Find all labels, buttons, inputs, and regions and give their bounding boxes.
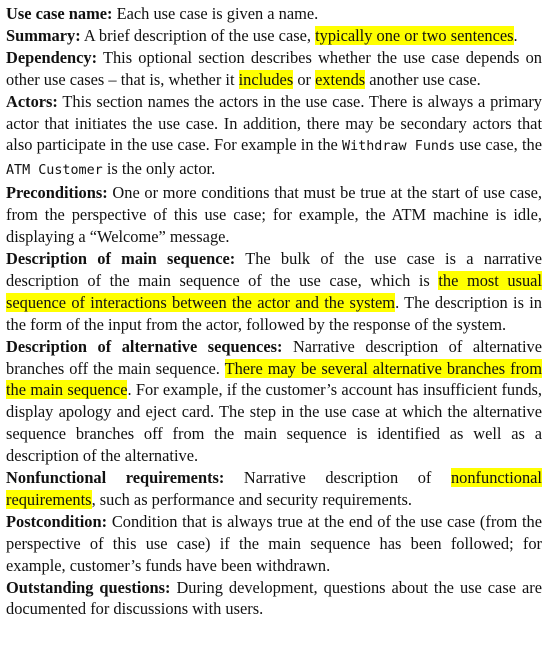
entry-text: . [513,25,518,45]
entry-nonfunctional: Nonfunctional requirements: Narrative de… [6,467,542,511]
entry-term: Description of alternative sequences: [6,336,283,356]
code-text: ATM Customer [6,163,103,179]
entry-text: Narrative description of [224,468,451,488]
entry-term: Outstanding questions: [6,577,171,597]
entry-term: Summary: [6,25,81,45]
entry-text: or [293,69,316,89]
highlighted-text: includes [238,69,294,89]
entry-alternative-sequences: Description of alternative sequences: Na… [6,336,542,467]
entry-text: Each use case is given a name. [112,4,319,23]
entry-postcondition: Postcondition: Condition that is always … [6,511,542,577]
entry-use-case-name: Use case name: Each use case is given a … [6,3,542,25]
entry-term: Nonfunctional requirements: [6,468,225,488]
entry-term: Actors: [6,91,58,111]
entry-text: is the only actor. [102,159,216,179]
highlighted-text: extends [315,69,366,89]
entry-summary: Summary: A brief description of the use … [6,25,542,47]
entry-actors: Actors: This section names the actors in… [6,91,542,183]
code-text: Withdraw Funds [342,139,456,155]
entry-text: , such as performance and security requi… [91,489,412,509]
entry-text: another use case. [365,69,481,89]
entry-term: Preconditions: [6,183,108,203]
entry-main-sequence: Description of main sequence: The bulk o… [6,248,542,336]
entry-term: Dependency: [6,47,98,67]
entry-term: Description of main sequence: [6,248,236,268]
highlighted-text: typically one or two sen­tences [315,25,514,45]
entry-text: use case, the [455,135,543,155]
use-case-template-document: Use case name: Each use case is given a … [0,0,548,665]
entry-term: Use case name: [6,4,113,23]
entry-dependency: Dependency: This optional section descri… [6,47,542,91]
entry-text: A brief description of the use case, [80,25,316,45]
entry-outstanding-questions: Outstanding questions: During developmen… [6,577,542,621]
entry-preconditions: Preconditions: One or more conditions th… [6,182,542,248]
entry-term: Postcondition: [6,511,108,531]
